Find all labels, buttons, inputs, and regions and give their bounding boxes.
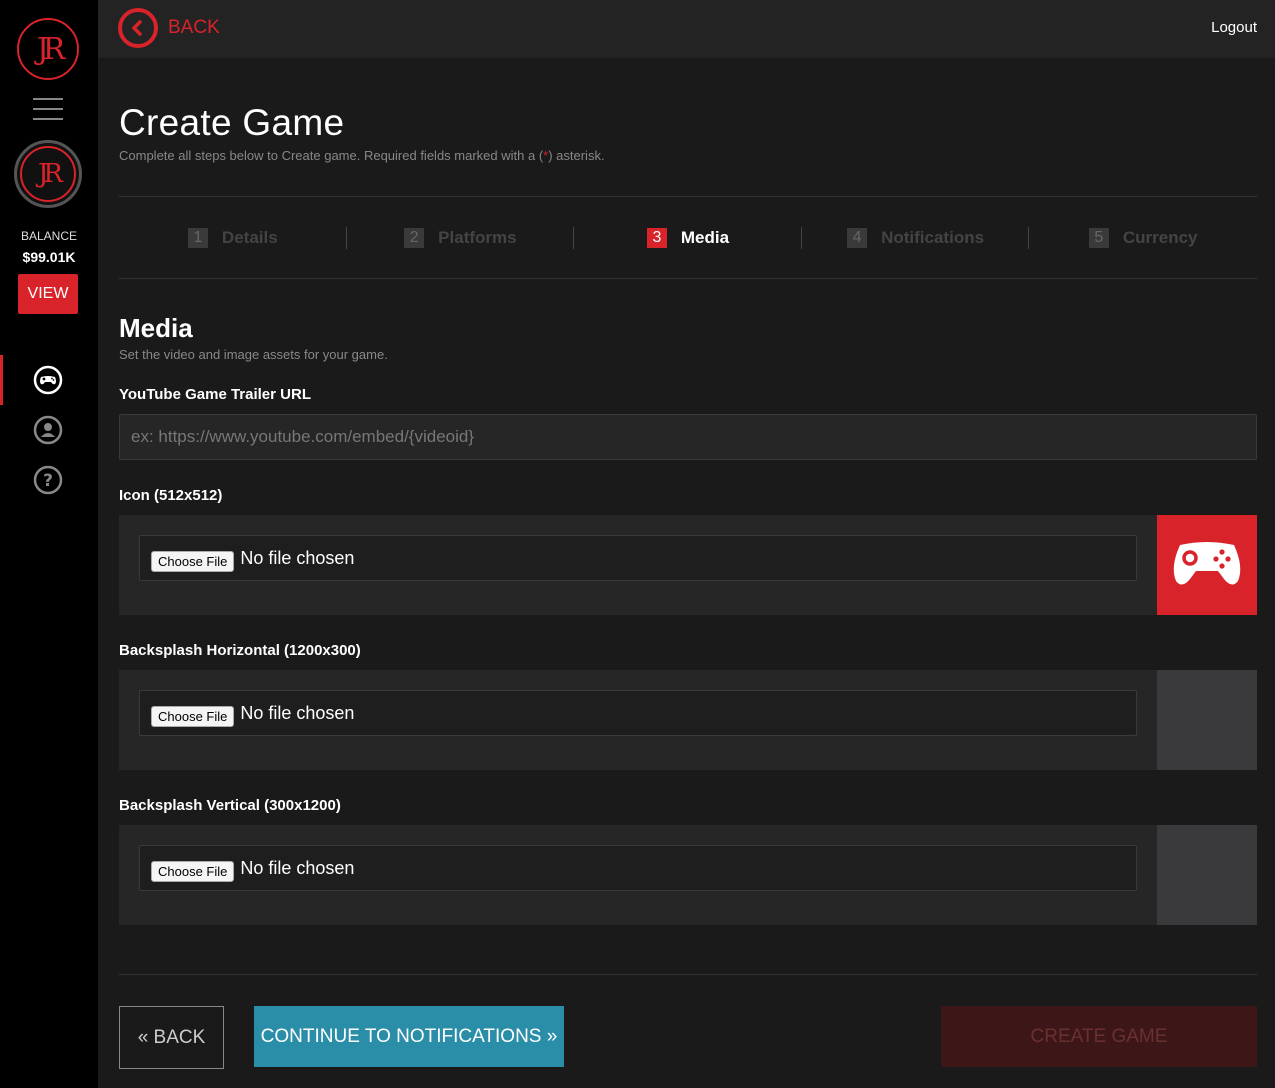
icon-label: Icon (512x512)	[119, 487, 223, 504]
youtube-url-label: YouTube Game Trailer URL	[119, 386, 311, 403]
step-label: Currency	[1122, 228, 1198, 247]
top-back-button[interactable]: BACK	[118, 8, 220, 48]
step-number: 3	[646, 228, 667, 248]
gamepad-icon[interactable]	[32, 364, 64, 396]
step-label: Notifications	[881, 228, 985, 247]
backsplash-vertical-upload: Choose File No file chosen	[119, 825, 1257, 925]
icon-upload: Choose File No file chosen	[119, 515, 1257, 615]
avatar-text: JR	[38, 159, 63, 189]
choose-file-button[interactable]: Choose File	[151, 705, 235, 727]
no-file-text: No file chosen	[240, 702, 355, 723]
brand-logo[interactable]: JR	[17, 18, 79, 80]
logout-link[interactable]: Logout	[1211, 19, 1257, 36]
step-number: 2	[404, 228, 425, 248]
continue-to-notifications-button[interactable]: CONTINUE TO NOTIFICATIONS »	[254, 1006, 564, 1067]
step-number: 4	[847, 228, 868, 248]
backsplash-horizontal-label: Backsplash Horizontal (1200x300)	[119, 642, 361, 659]
chevron-left-icon	[118, 8, 158, 48]
page-subtitle: Complete all steps below to Create game.…	[119, 148, 605, 163]
step-wizard: 1 Details 2 Platforms 3 Media 4 Notifica…	[119, 197, 1257, 279]
brand-logo-text: JR	[36, 31, 66, 67]
user-icon[interactable]	[32, 414, 64, 446]
create-game-button[interactable]: CREATE GAME	[941, 1006, 1257, 1067]
step-details[interactable]: 1 Details	[119, 197, 347, 279]
divider	[119, 974, 1257, 975]
backsplash-vertical-label: Backsplash Vertical (300x1200)	[119, 797, 341, 814]
backsplash-horizontal-upload: Choose File No file chosen	[119, 670, 1257, 770]
step-label: Platforms	[438, 228, 517, 247]
step-number: 5	[1088, 228, 1109, 248]
icon-file-input[interactable]: Choose File No file chosen	[139, 535, 1137, 581]
back-button[interactable]: « BACK	[119, 1006, 224, 1069]
step-label: Media	[680, 228, 730, 247]
balance-label: BALANCE	[20, 229, 78, 243]
backsplash-vertical-preview	[1157, 825, 1257, 925]
choose-file-button[interactable]: Choose File	[151, 550, 235, 572]
svg-text:?: ?	[43, 471, 53, 491]
backsplash-vertical-file-input[interactable]: Choose File No file chosen	[139, 845, 1137, 891]
youtube-url-input[interactable]	[119, 414, 1257, 460]
step-label: Details	[221, 228, 278, 247]
help-icon[interactable]: ?	[32, 464, 64, 496]
step-number: 1	[187, 228, 208, 248]
section-title: Media	[119, 313, 193, 343]
hamburger-menu-icon[interactable]	[33, 98, 63, 120]
top-bar: BACK Logout	[98, 0, 1275, 58]
step-notifications[interactable]: 4 Notifications	[802, 197, 1030, 279]
page-title: Create Game	[119, 102, 345, 143]
view-balance-button[interactable]: VIEW	[18, 274, 78, 314]
nav-active-indicator	[0, 355, 3, 405]
divider	[119, 278, 1257, 279]
top-back-label: BACK	[168, 17, 220, 38]
sidebar: JR JR BALANCE $99.01K VIEW ?	[0, 0, 98, 1088]
gamepad-icon	[1173, 542, 1241, 585]
icon-preview	[1157, 515, 1257, 615]
step-media[interactable]: 3 Media	[574, 197, 802, 279]
no-file-text: No file chosen	[240, 547, 355, 568]
backsplash-horizontal-file-input[interactable]: Choose File No file chosen	[139, 690, 1137, 736]
choose-file-button[interactable]: Choose File	[151, 860, 235, 882]
section-subtitle: Set the video and image assets for your …	[119, 347, 388, 362]
balance-value: $99.01K	[22, 249, 76, 265]
no-file-text: No file chosen	[240, 857, 355, 878]
avatar[interactable]: JR	[14, 140, 82, 208]
step-currency[interactable]: 5 Currency	[1029, 197, 1257, 279]
backsplash-horizontal-preview	[1157, 670, 1257, 770]
step-platforms[interactable]: 2 Platforms	[347, 197, 575, 279]
